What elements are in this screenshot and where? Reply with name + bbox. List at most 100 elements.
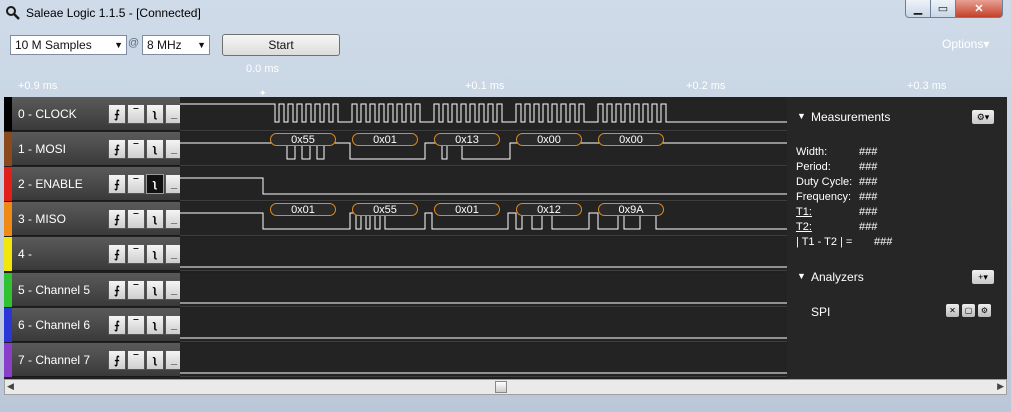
channel-label[interactable]: 2 - ENABLE ⨍ ‾ ʅ _ [12, 167, 183, 201]
waveform-track[interactable] [180, 167, 787, 201]
side-panel: ▼ Measurements ⚙▾ Width: ### Period: ### Dut… [787, 97, 1007, 379]
channel-row: 2 - ENABLE ⨍ ‾ ʅ _ [4, 167, 787, 201]
channel-label[interactable]: 0 - CLOCK ⨍ ‾ ʅ _ [12, 97, 183, 131]
scroll-right-icon[interactable]: ▶ [997, 381, 1004, 392]
analyzer-settings-button[interactable]: ⚙ [978, 304, 991, 317]
maximize-icon: ▭ [937, 3, 949, 15]
decoded-byte-bubble[interactable]: 0x01 [352, 133, 418, 146]
channel-label[interactable]: 7 - Channel 7 ⨍ ‾ ʅ _ [12, 343, 183, 377]
high-level-trigger-icon[interactable]: ‾ [127, 104, 145, 124]
decoded-byte-bubble[interactable]: 0x55 [352, 203, 418, 216]
measurement-value: ### [859, 146, 878, 158]
waveform-track[interactable] [180, 97, 787, 131]
waveform-track[interactable]: 0x01 0x55 0x01 0x12 0x9A [180, 202, 787, 236]
trigger-buttons: ⨍ ‾ ʅ _ [108, 350, 183, 370]
rising-edge-trigger-icon[interactable]: ⨍ [108, 174, 126, 194]
waveform-track[interactable] [180, 237, 787, 271]
channel-color-stripe [4, 308, 12, 342]
channel-name: 2 - ENABLE [18, 177, 83, 191]
measurement-row: T1: ### [796, 206, 877, 218]
channel-label[interactable]: 3 - MISO ⨍ ‾ ʅ _ [12, 202, 183, 236]
samples-value: 10 M Samples [15, 38, 92, 52]
chevron-down-icon: ▼ [197, 40, 206, 50]
high-level-trigger-icon[interactable]: ‾ [127, 174, 145, 194]
horizontal-scrollbar[interactable]: ◀ ▶ [4, 379, 1007, 395]
waveform-track[interactable] [180, 273, 787, 307]
channel-color-stripe [4, 167, 12, 201]
decoded-byte-bubble[interactable]: 0x12 [516, 203, 582, 216]
ruler-tick: +0.3 ms [907, 80, 947, 92]
analyzers-header[interactable]: ▼ Analyzers +▾ [787, 261, 1007, 291]
scroll-left-icon[interactable]: ◀ [7, 381, 14, 392]
falling-edge-trigger-icon[interactable]: ʅ [146, 244, 164, 264]
close-icon: ✕ [949, 306, 956, 315]
falling-edge-trigger-icon[interactable]: ʅ [146, 315, 164, 335]
signal-trace [180, 177, 787, 195]
options-menu[interactable]: Options▾ [942, 37, 989, 51]
trigger-buttons: ⨍ ‾ ʅ _ [108, 104, 183, 124]
rising-edge-trigger-icon[interactable]: ⨍ [108, 244, 126, 264]
measurement-label: Duty Cycle: [796, 176, 853, 188]
decoded-byte-bubble[interactable]: 0x9A [598, 203, 664, 216]
rising-edge-trigger-icon[interactable]: ⨍ [108, 350, 126, 370]
analyzer-copy-button[interactable]: ▢ [962, 304, 975, 317]
falling-edge-trigger-icon[interactable]: ʅ [146, 350, 164, 370]
samples-select[interactable]: 10 M Samples ▼ [10, 35, 127, 55]
channel-label[interactable]: 5 - Channel 5 ⨍ ‾ ʅ _ [12, 273, 183, 307]
trigger-buttons: ⨍ ‾ ʅ _ [108, 174, 183, 194]
falling-edge-trigger-icon[interactable]: ʅ [146, 139, 164, 159]
rising-edge-trigger-icon[interactable]: ⨍ [108, 315, 126, 335]
falling-edge-trigger-icon[interactable]: ʅ [146, 104, 164, 124]
measurements-header[interactable]: ▼ Measurements ⚙▾ [787, 101, 1007, 131]
decoded-byte-bubble[interactable]: 0x01 [270, 203, 336, 216]
measurement-value: ### [874, 236, 893, 248]
falling-edge-trigger-icon[interactable]: ʅ [146, 174, 164, 194]
at-sign: @ [128, 37, 140, 49]
waveform-track[interactable] [180, 343, 787, 377]
decoded-byte-bubble[interactable]: 0x55 [270, 133, 336, 146]
measurement-row: Duty Cycle: ### [796, 176, 877, 188]
high-level-trigger-icon[interactable]: ‾ [127, 350, 145, 370]
ruler-tick: +0.2 ms [686, 80, 726, 92]
add-analyzer-button[interactable]: +▾ [972, 270, 994, 284]
high-level-trigger-icon[interactable]: ‾ [127, 244, 145, 264]
decoded-byte-bubble[interactable]: 0x13 [434, 133, 500, 146]
high-level-trigger-icon[interactable]: ‾ [127, 209, 145, 229]
channel-label[interactable]: 1 - MOSI ⨍ ‾ ʅ _ [12, 132, 183, 166]
minimize-button[interactable]: ▁ [905, 0, 931, 18]
rising-edge-trigger-icon[interactable]: ⨍ [108, 280, 126, 300]
measurement-row: T2: ### [796, 221, 877, 233]
signal-waveform [180, 302, 787, 304]
channel-name: 3 - MISO [18, 212, 67, 226]
channel-color-stripe [4, 237, 12, 271]
start-button[interactable]: Start [222, 34, 340, 56]
high-level-trigger-icon[interactable]: ‾ [127, 315, 145, 335]
falling-edge-trigger-icon[interactable]: ʅ [146, 209, 164, 229]
decoded-byte-bubble[interactable]: 0x00 [598, 133, 664, 146]
minimize-icon: ▁ [913, 3, 923, 15]
decoded-byte-bubble[interactable]: 0x00 [516, 133, 582, 146]
rising-edge-trigger-icon[interactable]: ⨍ [108, 104, 126, 124]
channel-name: 6 - Channel 6 [18, 318, 91, 332]
measurements-gear-button[interactable]: ⚙▾ [972, 110, 994, 124]
close-button[interactable]: ✕ [955, 0, 1003, 18]
channel-label[interactable]: 4 - ⨍ ‾ ʅ _ [12, 237, 183, 271]
analyzers-title: Analyzers [811, 270, 864, 284]
measurement-label: T1: [796, 206, 812, 218]
plus-icon: +▾ [978, 272, 988, 282]
channel-color-stripe [4, 97, 12, 131]
high-level-trigger-icon[interactable]: ‾ [127, 139, 145, 159]
rising-edge-trigger-icon[interactable]: ⨍ [108, 209, 126, 229]
channel-row: 7 - Channel 7 ⨍ ‾ ʅ _ [4, 343, 787, 377]
decoded-byte-bubble[interactable]: 0x01 [434, 203, 500, 216]
sample-rate-select[interactable]: 8 MHz ▼ [142, 35, 210, 55]
maximize-button[interactable]: ▭ [930, 0, 956, 18]
channel-label[interactable]: 6 - Channel 6 ⨍ ‾ ʅ _ [12, 308, 183, 342]
rising-edge-trigger-icon[interactable]: ⨍ [108, 139, 126, 159]
falling-edge-trigger-icon[interactable]: ʅ [146, 280, 164, 300]
scroll-thumb[interactable] [495, 381, 507, 393]
high-level-trigger-icon[interactable]: ‾ [127, 280, 145, 300]
waveform-track[interactable]: 0x55 0x01 0x13 0x00 0x00 [180, 132, 787, 166]
remove-analyzer-button[interactable]: ✕ [946, 304, 959, 317]
waveform-track[interactable] [180, 308, 787, 342]
